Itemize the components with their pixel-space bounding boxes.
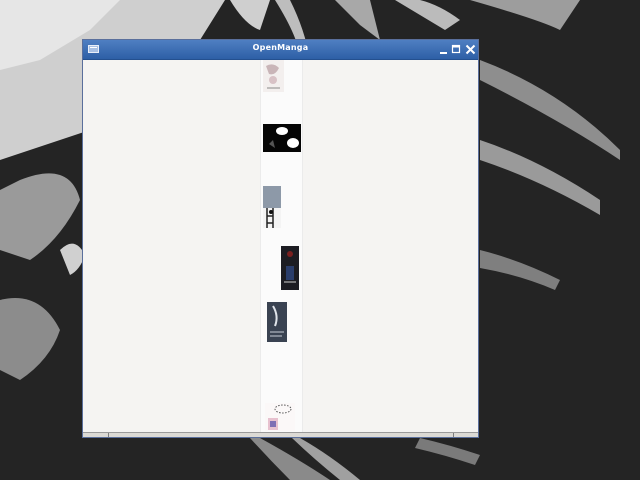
status-bar: [83, 432, 478, 437]
window-title: OpenManga: [252, 43, 309, 52]
maximize-icon[interactable]: [451, 43, 462, 55]
manga-page-4[interactable]: [281, 246, 299, 290]
manga-page-2[interactable]: [263, 124, 301, 152]
manga-page-1[interactable]: [263, 60, 284, 92]
page-strip: [260, 60, 303, 433]
close-icon[interactable]: [465, 43, 476, 55]
manga-page-3[interactable]: [263, 186, 281, 228]
minimize-icon[interactable]: [438, 43, 449, 55]
manga-page-6[interactable]: [265, 403, 295, 431]
status-separator: [453, 433, 454, 437]
window-titlebar[interactable]: OpenManga: [83, 40, 478, 60]
status-separator: [108, 433, 109, 437]
manga-page-5[interactable]: [267, 302, 287, 342]
app-window: OpenManga: [82, 39, 479, 438]
reader-view[interactable]: [83, 60, 478, 433]
